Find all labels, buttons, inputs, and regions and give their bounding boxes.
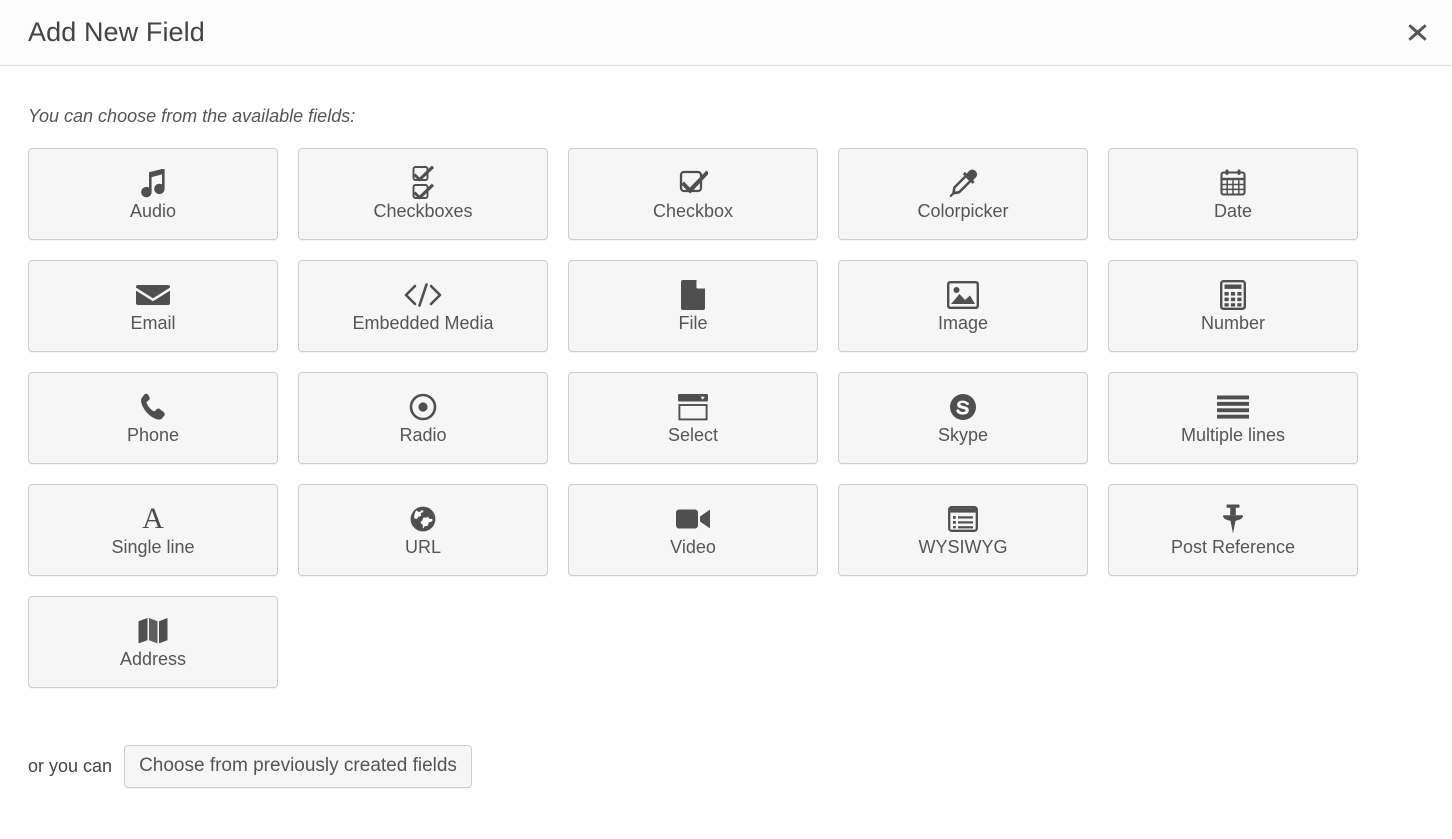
file-icon [681, 278, 705, 312]
dropdown-icon [677, 390, 709, 424]
field-button-post-reference[interactable]: Post Reference [1108, 484, 1358, 576]
field-button-url[interactable]: URL [298, 484, 548, 576]
field-type-grid: Audio Checkboxes [28, 148, 1424, 688]
field-button-colorpicker[interactable]: Colorpicker [838, 148, 1088, 240]
video-camera-icon [676, 502, 710, 536]
field-label: Single line [111, 538, 194, 558]
field-label: Image [938, 314, 988, 334]
calculator-icon [1220, 278, 1246, 312]
field-label: Checkbox [653, 202, 733, 222]
choose-existing-row: or you can Choose from previously create… [28, 745, 1424, 788]
field-button-multiple-lines[interactable]: Multiple lines [1108, 372, 1358, 464]
modal-header: Add New Field [0, 0, 1452, 66]
field-button-radio[interactable]: Radio [298, 372, 548, 464]
music-note-icon [140, 166, 166, 200]
intro-text: You can choose from the available fields… [28, 107, 1424, 125]
field-button-video[interactable]: Video [568, 484, 818, 576]
field-button-address[interactable]: Address [28, 596, 278, 688]
field-button-phone[interactable]: Phone [28, 372, 278, 464]
field-label: Number [1201, 314, 1265, 334]
phone-icon [139, 390, 167, 424]
footer-prefix-label: or you can [28, 756, 112, 777]
field-label: Radio [399, 426, 446, 446]
field-label: Email [130, 314, 175, 334]
close-button[interactable] [1400, 16, 1434, 50]
field-label: Date [1214, 202, 1252, 222]
field-label: Embedded Media [352, 314, 493, 334]
field-button-checkbox[interactable]: Checkbox [568, 148, 818, 240]
field-label: Checkboxes [373, 202, 472, 222]
field-button-skype[interactable]: Skype [838, 372, 1088, 464]
field-button-file[interactable]: File [568, 260, 818, 352]
field-label: Audio [130, 202, 176, 222]
envelope-icon [136, 278, 170, 312]
field-label: WYSIWYG [919, 538, 1008, 558]
field-label: File [678, 314, 707, 334]
field-button-date[interactable]: Date [1108, 148, 1358, 240]
pushpin-icon [1221, 502, 1245, 536]
field-button-checkboxes[interactable]: Checkboxes [298, 148, 548, 240]
map-icon [138, 614, 168, 648]
field-label: Phone [127, 426, 179, 446]
field-label: Multiple lines [1181, 426, 1285, 446]
checkbox-icon [678, 166, 708, 200]
field-label: Select [668, 426, 718, 446]
field-button-single-line[interactable]: A Single line [28, 484, 278, 576]
skype-icon [949, 390, 977, 424]
editor-window-icon [948, 502, 978, 536]
radio-button-icon [409, 390, 437, 424]
field-button-number[interactable]: Number [1108, 260, 1358, 352]
field-button-embedded-media[interactable]: Embedded Media [298, 260, 548, 352]
calendar-icon [1218, 166, 1248, 200]
field-button-select[interactable]: Select [568, 372, 818, 464]
field-label: Video [670, 538, 716, 558]
image-icon [947, 278, 979, 312]
globe-icon [410, 502, 436, 536]
close-icon [1407, 22, 1428, 43]
field-label: Address [120, 650, 186, 670]
field-button-email[interactable]: Email [28, 260, 278, 352]
modal-body: You can choose from the available fields… [0, 107, 1452, 788]
field-button-wysiwyg[interactable]: WYSIWYG [838, 484, 1088, 576]
letter-a-icon: A [142, 502, 164, 536]
choose-existing-fields-button[interactable]: Choose from previously created fields [124, 745, 472, 788]
eyedropper-icon [948, 166, 978, 200]
checkboxes-icon [410, 166, 436, 200]
code-brackets-icon [403, 278, 443, 312]
field-button-audio[interactable]: Audio [28, 148, 278, 240]
field-label: Post Reference [1171, 538, 1295, 558]
lines-icon [1217, 390, 1249, 424]
field-label: Skype [938, 426, 988, 446]
page-title: Add New Field [28, 19, 205, 46]
field-label: URL [405, 538, 441, 558]
field-button-image[interactable]: Image [838, 260, 1088, 352]
field-label: Colorpicker [917, 202, 1008, 222]
